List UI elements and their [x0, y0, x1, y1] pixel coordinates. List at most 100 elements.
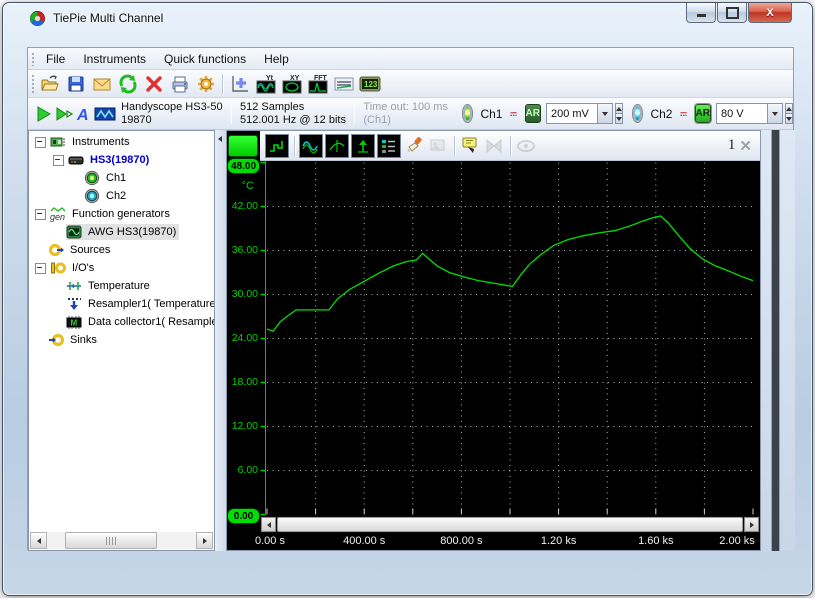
tree-item-hs3[interactable]: HS3(19870): [29, 151, 214, 169]
menu-help[interactable]: Help: [255, 50, 298, 68]
ch2-range-down[interactable]: [785, 114, 793, 124]
timeout-line1: Time out: 100 ms: [363, 101, 448, 114]
scrollbar-thumb[interactable]: [277, 517, 743, 532]
step-display-button[interactable]: [265, 134, 289, 158]
ch1-range-up[interactable]: [615, 103, 623, 114]
yt-graph-button[interactable]: Yt: [253, 72, 279, 96]
ch2-led-icon[interactable]: [633, 105, 642, 122]
collapse-icon[interactable]: [53, 155, 64, 166]
timeout-line2: (Ch1): [363, 114, 448, 127]
menu-file[interactable]: File: [37, 50, 74, 68]
ch1-range-down[interactable]: [615, 114, 623, 124]
paint-button[interactable]: [403, 135, 425, 157]
eye-icon: [516, 136, 536, 156]
scroll-left-button[interactable]: [261, 517, 276, 532]
tree-item-ch2[interactable]: Ch2: [29, 187, 214, 205]
tree-label: Ch2: [103, 189, 129, 203]
instrument-toolbar-grip[interactable]: [30, 101, 32, 126]
ch2-grip[interactable]: [625, 101, 627, 126]
menu-instruments[interactable]: Instruments: [74, 50, 155, 68]
toolbar-grip[interactable]: [30, 73, 35, 94]
chevron-up-icon: [786, 107, 792, 111]
email-button[interactable]: [89, 72, 115, 96]
scroll-right-button[interactable]: [196, 532, 213, 549]
scrollbar-thumb[interactable]: [65, 532, 157, 549]
start-icon: [34, 104, 54, 124]
open-button[interactable]: [37, 72, 63, 96]
numeric-display-button[interactable]: 123: [357, 72, 383, 96]
ch1-range-dropdown[interactable]: [597, 104, 612, 123]
copy-image-button[interactable]: [427, 135, 449, 157]
add-graph-button[interactable]: [227, 72, 253, 96]
ch1-led-icon[interactable]: [463, 105, 472, 122]
ch1-grip[interactable]: [455, 101, 457, 126]
scroll-right-button[interactable]: [744, 517, 759, 532]
autodisk-button[interactable]: A: [74, 102, 94, 126]
ch1-coupling-icon[interactable]: [510, 108, 517, 120]
add-label-button[interactable]: [459, 135, 481, 157]
chart-horizontal-scrollbar[interactable]: [260, 516, 760, 533]
fft-graph-button[interactable]: FFT: [305, 72, 331, 96]
ch2-range-combo[interactable]: 80 V: [716, 103, 783, 124]
tree-item-temperature[interactable]: Temperature: [29, 277, 214, 295]
tree-item-awg[interactable]: AWG HS3(19870): [29, 223, 214, 241]
oneshot-button[interactable]: [54, 102, 74, 126]
y-axis-max-box[interactable]: 48.00: [227, 158, 260, 174]
collapse-icon[interactable]: [35, 209, 46, 220]
save-button[interactable]: [63, 72, 89, 96]
visibility-button[interactable]: [515, 135, 537, 157]
ch2-range-dropdown[interactable]: [767, 104, 782, 123]
panel-splitter[interactable]: [215, 130, 226, 551]
tree-label: Sinks: [67, 333, 100, 347]
y-axis-min-box[interactable]: 0.00: [227, 508, 260, 524]
autoscale-button[interactable]: [351, 134, 375, 158]
start-button[interactable]: [34, 102, 54, 126]
right-splitter[interactable]: [771, 130, 780, 551]
envelope-button[interactable]: [325, 134, 349, 158]
tree-item-ios[interactable]: I/O's: [29, 259, 214, 277]
menubar-grip[interactable]: [30, 51, 35, 66]
tree-item-data-collector[interactable]: M Data collector1( Resample: [29, 313, 214, 331]
collapse-icon[interactable]: [35, 137, 46, 148]
chart[interactable]: [260, 161, 760, 516]
tree-item-ch1[interactable]: Ch1: [29, 169, 214, 187]
title-bar[interactable]: TiePie Multi Channel X: [3, 3, 812, 33]
ch2-coupling-icon[interactable]: [680, 108, 687, 120]
collapse-icon[interactable]: [35, 263, 46, 274]
window-title: TiePie Multi Channel: [53, 11, 163, 25]
delete-graph-button[interactable]: [483, 135, 505, 157]
close-graph-icon[interactable]: ✕: [739, 137, 752, 155]
minimize-button[interactable]: [686, 3, 716, 23]
plot-area[interactable]: [260, 161, 760, 516]
menu-quick-functions[interactable]: Quick functions: [155, 50, 255, 68]
interpolation-button[interactable]: [299, 134, 323, 158]
tree-item-sinks[interactable]: Sinks: [29, 331, 214, 349]
toolbar-separator: [454, 136, 456, 156]
refresh-button[interactable]: [115, 72, 141, 96]
meter-button[interactable]: [331, 72, 357, 96]
settings-button[interactable]: [193, 72, 219, 96]
screen: TiePie Multi Channel X File Instruments …: [0, 0, 815, 598]
xy-graph-icon: XY: [281, 73, 303, 95]
ch1-range-combo[interactable]: 200 mV: [546, 103, 613, 124]
scroll-left-button[interactable]: [30, 532, 47, 549]
close-button[interactable]: X: [748, 3, 792, 23]
tree-item-function-generators[interactable]: gen Function generators: [29, 205, 214, 223]
delete-button[interactable]: [141, 72, 167, 96]
maximize-button[interactable]: [717, 3, 747, 23]
tree-label: I/O's: [69, 261, 97, 275]
tree-item-resampler[interactable]: Resampler1( Temperature: [29, 295, 214, 313]
tree-horizontal-scrollbar[interactable]: [30, 532, 213, 549]
open-folder-icon: [40, 74, 60, 94]
display-settings-button[interactable]: [377, 134, 401, 158]
ch2-autorange-button[interactable]: AR: [695, 104, 711, 123]
awg-toolbar-button[interactable]: [94, 102, 116, 126]
tree-item-sources[interactable]: Sources: [29, 241, 214, 259]
tree-label: Data collector1( Resample: [85, 315, 214, 329]
ch1-autorange-button[interactable]: AR: [525, 104, 541, 123]
ch2-range-up[interactable]: [785, 103, 793, 114]
xy-graph-button[interactable]: XY: [279, 72, 305, 96]
tree-item-instruments[interactable]: Instruments: [29, 133, 214, 151]
y-axis-handle[interactable]: [228, 135, 258, 157]
print-button[interactable]: [167, 72, 193, 96]
